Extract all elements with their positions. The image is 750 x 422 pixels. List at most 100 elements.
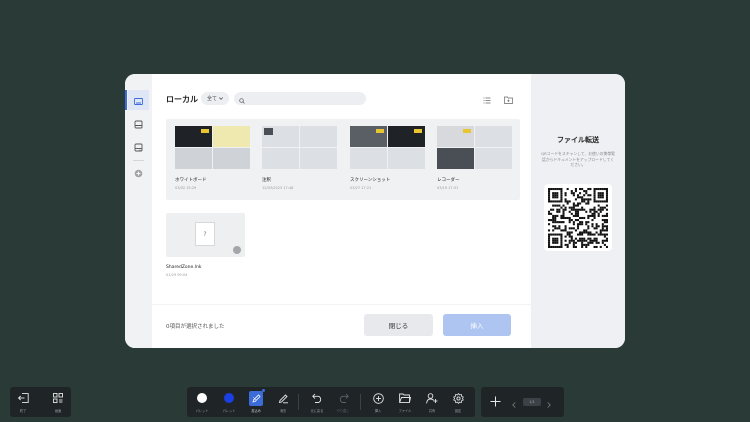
qr-module (554, 220, 557, 223)
insert-button[interactable]: 挿入 (443, 314, 511, 336)
windows-button[interactable]: 画面 (48, 391, 68, 413)
folder-card-annotation[interactable]: 注釈 12/03/2023 17:48 (262, 126, 337, 190)
new-folder-button[interactable] (502, 92, 514, 104)
qr-module (587, 224, 590, 227)
qr-module (572, 214, 575, 217)
qr-module (579, 208, 582, 211)
file-transfer-title: ファイル転送 (557, 136, 599, 144)
qr-module (558, 245, 561, 248)
add-page-button[interactable] (489, 395, 502, 408)
rail-add-button[interactable] (128, 162, 149, 182)
qr-module (589, 239, 592, 242)
exit-button[interactable]: 終了 (13, 391, 33, 413)
qr-module (560, 233, 563, 236)
share-button[interactable]: 共有 (422, 391, 442, 413)
qr-module (550, 187, 553, 190)
qr-module (552, 187, 555, 190)
palette-white-button[interactable]: パレット (192, 391, 212, 413)
folder-name: レコーダー (437, 178, 460, 183)
qr-module (568, 218, 571, 221)
rail-network-button[interactable] (128, 136, 149, 156)
qr-module (568, 230, 571, 234)
insert-tool-button[interactable]: 挿入 (368, 391, 388, 413)
next-page-button[interactable] (545, 398, 553, 408)
qr-module (593, 208, 596, 211)
search-box[interactable] (234, 92, 366, 105)
qr-module (568, 233, 571, 236)
tool-label: 終了 (19, 409, 27, 413)
qr-module (558, 226, 561, 229)
qr-module (587, 226, 590, 229)
qr-module (558, 224, 561, 227)
qr-module (599, 195, 602, 198)
undo-button[interactable]: 元に戻る (307, 391, 327, 413)
qr-module (564, 197, 567, 200)
filter-label: 全て (206, 96, 217, 102)
qr-module (605, 226, 608, 229)
qr-module (564, 226, 567, 229)
file-tool-button[interactable]: ファイル (395, 391, 415, 413)
qr-module (597, 193, 600, 196)
palette-blue-button[interactable]: パレット (219, 391, 239, 413)
qr-module (601, 193, 604, 196)
qr-module (589, 230, 592, 234)
toolbar-divider (298, 394, 299, 410)
prev-page-button[interactable] (510, 398, 518, 408)
qr-module (566, 233, 569, 236)
qr-module (587, 230, 590, 234)
pen-button[interactable]: 書込み (246, 388, 266, 413)
qr-module (579, 195, 582, 198)
qr-module (589, 214, 592, 217)
settings-button[interactable]: 設定 (448, 391, 468, 413)
rail-drive-button[interactable] (128, 113, 149, 133)
qr-module (560, 187, 563, 190)
qr-module (558, 210, 561, 213)
filter-dropdown[interactable]: 全て (201, 92, 229, 105)
qr-module (581, 239, 584, 242)
qr-module (556, 237, 559, 240)
qr-module (599, 230, 602, 234)
qr-module (560, 197, 563, 200)
list-view-button[interactable] (481, 92, 493, 104)
qr-module (587, 199, 590, 202)
qr-module (548, 243, 551, 246)
qr-module (583, 199, 586, 202)
folder-card-whiteboard[interactable]: ホワイトボード 03/02 15:29 (175, 126, 250, 190)
source-rail (125, 74, 152, 348)
plus-circle-icon (134, 163, 143, 182)
qr-module (554, 193, 557, 196)
toolbar-divider (360, 394, 361, 410)
qr-module (591, 214, 594, 217)
qr-module (568, 226, 571, 229)
settings-icon (451, 391, 465, 405)
monitor-icon (134, 91, 143, 110)
eraser-button[interactable]: 消去 (273, 391, 293, 413)
qr-module (572, 193, 575, 196)
search-input[interactable] (248, 95, 358, 102)
qr-module (593, 193, 596, 196)
qr-module (570, 226, 573, 229)
qr-module (605, 204, 608, 207)
qr-module (595, 210, 598, 213)
qr-module (589, 197, 592, 200)
qr-module (550, 218, 553, 221)
qr-module (581, 245, 584, 248)
qr-module (574, 228, 577, 231)
qr-module (572, 239, 575, 242)
qr-module (562, 214, 565, 217)
qr-module (583, 239, 586, 242)
rail-local-button[interactable] (125, 90, 149, 110)
page-indicator[interactable]: 1/1 (523, 398, 541, 406)
close-button[interactable]: 閉じる (364, 314, 433, 336)
redo-button[interactable]: やり直し (333, 391, 353, 413)
qr-module (581, 220, 584, 223)
file-card[interactable]: ? SharedZone.lnk 01/29 09:04 (166, 213, 245, 277)
file-transfer-description: QRコードをスキャンして、お使いの携帯電話からドキュメントをアップロードしてくだ… (541, 151, 615, 167)
folder-card-screenshot[interactable]: スクリーンショット 03/27 17:21 (350, 126, 425, 190)
folder-card-recorder[interactable]: レコーダー 03/19 17:31 (437, 126, 512, 190)
qr-module (603, 218, 606, 221)
folder-name: ホワイトボード (175, 178, 207, 183)
qr-module (597, 233, 600, 236)
qr-module (581, 187, 584, 190)
qr-module (585, 210, 588, 213)
